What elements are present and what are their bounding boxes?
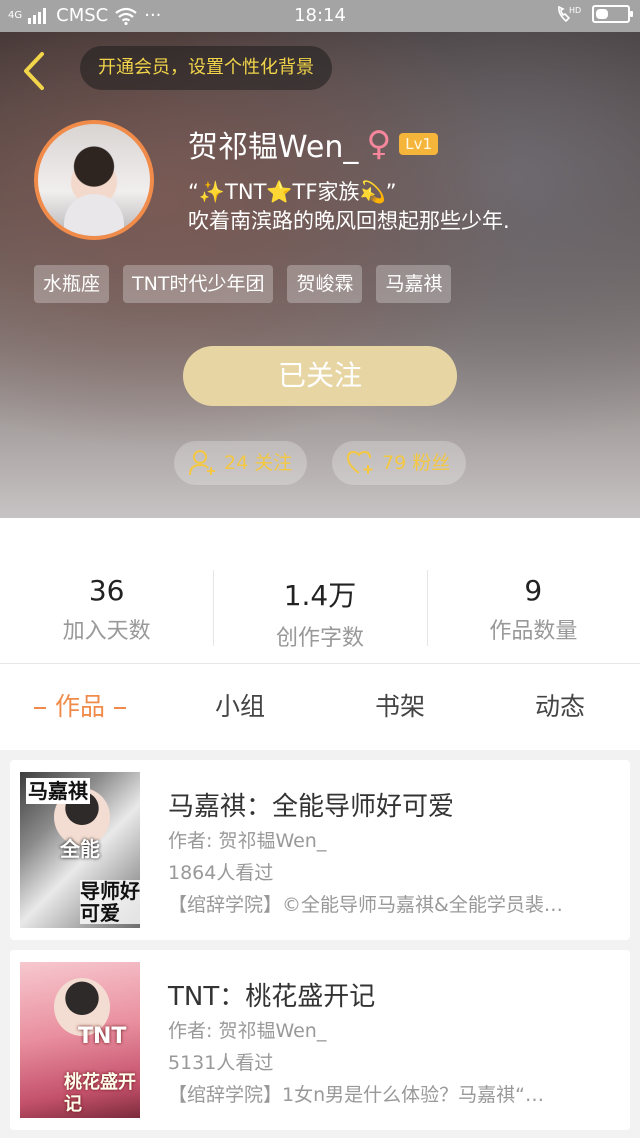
tab-works[interactable]: 作品	[0, 664, 160, 750]
fans-button[interactable]: 79 粉丝	[332, 441, 466, 485]
tag[interactable]: 马嘉祺	[376, 265, 452, 303]
bio-line-2: 吹着南滨路的晚风回想起那些少年.	[188, 209, 510, 233]
tab-label: 作品	[54, 692, 105, 721]
tag[interactable]: TNT时代少年团	[123, 265, 274, 303]
work-author: 作者: 贺祁韫Wen_	[168, 830, 327, 852]
following-button[interactable]: 24 关注	[174, 441, 307, 485]
vip-promo-button[interactable]: 开通会员，设置个性化背景	[80, 46, 332, 90]
cover-text: TNT	[78, 1024, 127, 1049]
book-cover[interactable]: 马嘉祺 全能 导师好可爱	[20, 772, 140, 928]
tab-activity[interactable]: 动态	[480, 664, 640, 750]
stat-label: 作品数量	[489, 619, 578, 644]
tab-label: 动态	[534, 692, 585, 721]
stats-row: 36 加入天数 1.4万 创作字数 9 作品数量	[0, 518, 640, 664]
tag[interactable]: 水瓶座	[34, 265, 110, 303]
stat-days-joined: 36 加入天数	[0, 518, 213, 663]
work-views: 5131人看过	[168, 1052, 274, 1074]
avatar[interactable]	[34, 120, 154, 240]
tab-groups[interactable]: 小组	[160, 664, 320, 750]
follow-button[interactable]: 已关注	[183, 346, 457, 406]
stat-value: 36	[88, 574, 125, 607]
battery-icon	[592, 5, 633, 23]
back-button[interactable]	[16, 50, 56, 92]
work-views: 1864人看过	[168, 862, 274, 884]
bio-line-1: “✨TNT⭐TF家族💫”	[188, 180, 397, 204]
tab-bar: 作品 小组 书架 动态	[0, 664, 640, 750]
work-description: 【绾辞学院】1女n男是什么体验？马嘉祺“…	[168, 1084, 544, 1106]
battery-level	[596, 9, 608, 19]
bio: “✨TNT⭐TF家族💫” 吹着南滨路的晚风回想起那些少年.	[188, 178, 510, 236]
username: 贺祁韫Wen_	[188, 130, 359, 165]
stat-value: 1.4万	[283, 579, 357, 612]
tab-dash-left	[33, 707, 46, 709]
work-description: 【绾辞学院】©全能导师马嘉祺&全能学员裴…	[168, 894, 563, 916]
work-card[interactable]: TNT 桃花盛开记 TNT：桃花盛开记 作者: 贺祁韫Wen_ 5131人看过 …	[10, 950, 630, 1130]
level-badge: Lv1	[399, 133, 439, 155]
fans-count: 79 粉丝	[382, 452, 451, 474]
stat-label: 创作字数	[275, 626, 364, 651]
clock: 18:14	[294, 5, 346, 26]
work-title[interactable]: 马嘉祺：全能导师好可爱	[168, 786, 454, 823]
female-icon: ♀	[366, 124, 392, 164]
stat-works-count: 9 作品数量	[426, 518, 640, 663]
profile-header: 开通会员，设置个性化背景 贺祁韫Wen_ ♀ Lv1 “✨TNT⭐TF家族💫” …	[0, 32, 640, 518]
svg-text:HD: HD	[569, 6, 581, 15]
username-row: 贺祁韫Wen_ ♀ Lv1	[188, 122, 439, 166]
heart-add-icon	[346, 450, 373, 474]
cover-text: 桃花盛开记	[64, 1072, 136, 1115]
stat-words-written: 1.4万 创作字数	[213, 518, 426, 663]
tag[interactable]: 贺峻霖	[287, 265, 363, 303]
phone-hd-icon: HD	[558, 5, 581, 23]
chevron-left-icon	[24, 52, 44, 90]
status-bar: 4G CMSC ··· 18:14 HD	[0, 0, 640, 32]
tab-bookshelf[interactable]: 书架	[320, 664, 480, 750]
cover-text: 导师好可爱	[80, 879, 140, 925]
user-add-icon	[189, 450, 215, 476]
cover-text: 马嘉祺	[26, 778, 90, 804]
following-count: 24 关注	[224, 452, 293, 474]
work-card[interactable]: 马嘉祺 全能 导师好可爱 马嘉祺：全能导师好可爱 作者: 贺祁韫Wen_ 186…	[10, 760, 630, 940]
cover-text: 全能	[60, 837, 100, 861]
work-title[interactable]: TNT：桃花盛开记	[168, 976, 375, 1013]
stat-value: 9	[524, 574, 543, 607]
stat-label: 加入天数	[62, 619, 151, 644]
tab-label: 小组	[214, 692, 265, 721]
work-author: 作者: 贺祁韫Wen_	[168, 1020, 327, 1042]
tab-label: 书架	[374, 692, 425, 721]
book-cover[interactable]: TNT 桃花盛开记	[20, 962, 140, 1118]
tab-dash-right	[114, 707, 126, 709]
tag-list: 水瓶座 TNT时代少年团 贺峻霖 马嘉祺	[34, 265, 452, 303]
